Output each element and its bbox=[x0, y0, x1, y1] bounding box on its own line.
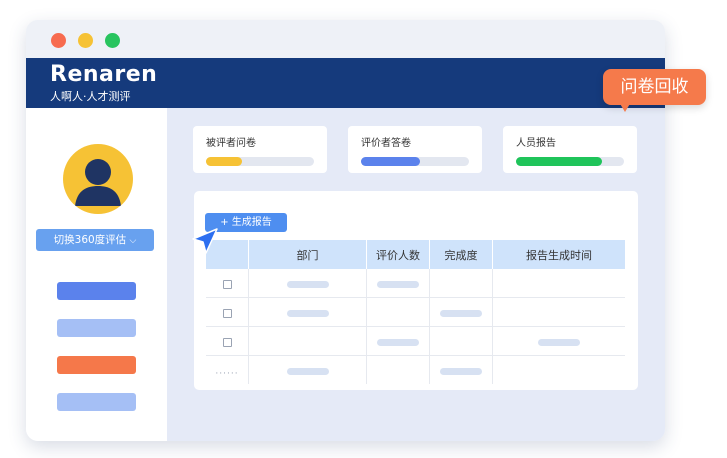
switch-button-label: 切换360度评估 bbox=[53, 234, 127, 246]
close-window-button[interactable] bbox=[51, 33, 66, 48]
table-row[interactable] bbox=[206, 326, 625, 356]
card-label: 被评者问卷 bbox=[206, 138, 256, 149]
table-row[interactable] bbox=[206, 269, 625, 298]
report-panel: + 生成报告 部门 评价人数 完成度 报告生成时间 ······ bbox=[194, 191, 638, 390]
title-bar bbox=[26, 20, 665, 58]
stat-card-evaluatee-questionnaire[interactable]: 被评者问卷 bbox=[193, 126, 327, 173]
sidebar-menu-item-1[interactable] bbox=[57, 282, 136, 300]
switch-360-evaluation-button[interactable]: 切换360度评估 ⌵ bbox=[36, 229, 154, 251]
sidebar: 切换360度评估 ⌵ bbox=[26, 108, 167, 441]
brand-logo: Renaren bbox=[50, 62, 158, 87]
column-header-report-time[interactable]: 报告生成时间 bbox=[492, 240, 625, 269]
column-header-completion[interactable]: 完成度 bbox=[429, 240, 493, 269]
placeholder-cell bbox=[377, 280, 419, 288]
row-checkbox[interactable] bbox=[222, 337, 232, 347]
sidebar-menu-item-4[interactable] bbox=[57, 393, 136, 411]
column-header-department[interactable]: 部门 bbox=[248, 240, 367, 269]
app-window: Renaren 人啊人·人才测评 切换360度评估 ⌵ 被评者问卷 评价者答卷 bbox=[26, 20, 665, 441]
maximize-window-button[interactable] bbox=[105, 33, 120, 48]
sidebar-menu-item-2[interactable] bbox=[57, 319, 136, 337]
sidebar-menu-item-3[interactable] bbox=[57, 356, 136, 374]
callout-tail bbox=[619, 102, 631, 112]
row-checkbox[interactable] bbox=[222, 308, 232, 318]
table-row[interactable] bbox=[206, 297, 625, 327]
mouse-cursor-icon bbox=[192, 228, 218, 254]
placeholder-cell bbox=[440, 367, 482, 375]
progress-track bbox=[361, 157, 469, 166]
progress-track bbox=[516, 157, 624, 166]
row-checkbox[interactable] bbox=[222, 279, 232, 289]
progress-fill bbox=[516, 157, 603, 166]
placeholder-cell bbox=[286, 309, 329, 317]
questionnaire-recovery-callout: 问卷回收 bbox=[603, 69, 706, 105]
more-rows-indicator: ······ bbox=[215, 368, 239, 379]
placeholder-cell bbox=[538, 338, 580, 346]
progress-track bbox=[206, 157, 314, 166]
placeholder-cell bbox=[440, 309, 482, 317]
card-label: 人员报告 bbox=[516, 138, 556, 149]
table-header-row: 部门 评价人数 完成度 报告生成时间 bbox=[206, 240, 625, 269]
app-header: Renaren 人啊人·人才测评 bbox=[26, 58, 665, 108]
main-content: 被评者问卷 评价者答卷 人员报告 + 生成报告 部门 评价人数 完成度 报告生成… bbox=[167, 108, 665, 441]
placeholder-cell bbox=[286, 280, 329, 288]
progress-fill bbox=[361, 157, 421, 166]
stat-card-evaluator-answers[interactable]: 评价者答卷 bbox=[348, 126, 482, 173]
progress-fill bbox=[206, 157, 242, 166]
brand-tagline: 人啊人·人才测评 bbox=[50, 90, 131, 103]
table-row[interactable]: ······ bbox=[206, 355, 625, 384]
placeholder-cell bbox=[377, 338, 419, 346]
stat-card-personnel-report[interactable]: 人员报告 bbox=[503, 126, 637, 173]
placeholder-cell bbox=[286, 367, 329, 375]
card-label: 评价者答卷 bbox=[361, 138, 411, 149]
user-avatar-icon bbox=[63, 144, 133, 214]
chevron-down-icon: ⌵ bbox=[129, 236, 137, 246]
column-header-evaluator-count[interactable]: 评价人数 bbox=[366, 240, 430, 269]
minimize-window-button[interactable] bbox=[78, 33, 93, 48]
report-table: 部门 评价人数 完成度 报告生成时间 ······ bbox=[206, 240, 625, 384]
